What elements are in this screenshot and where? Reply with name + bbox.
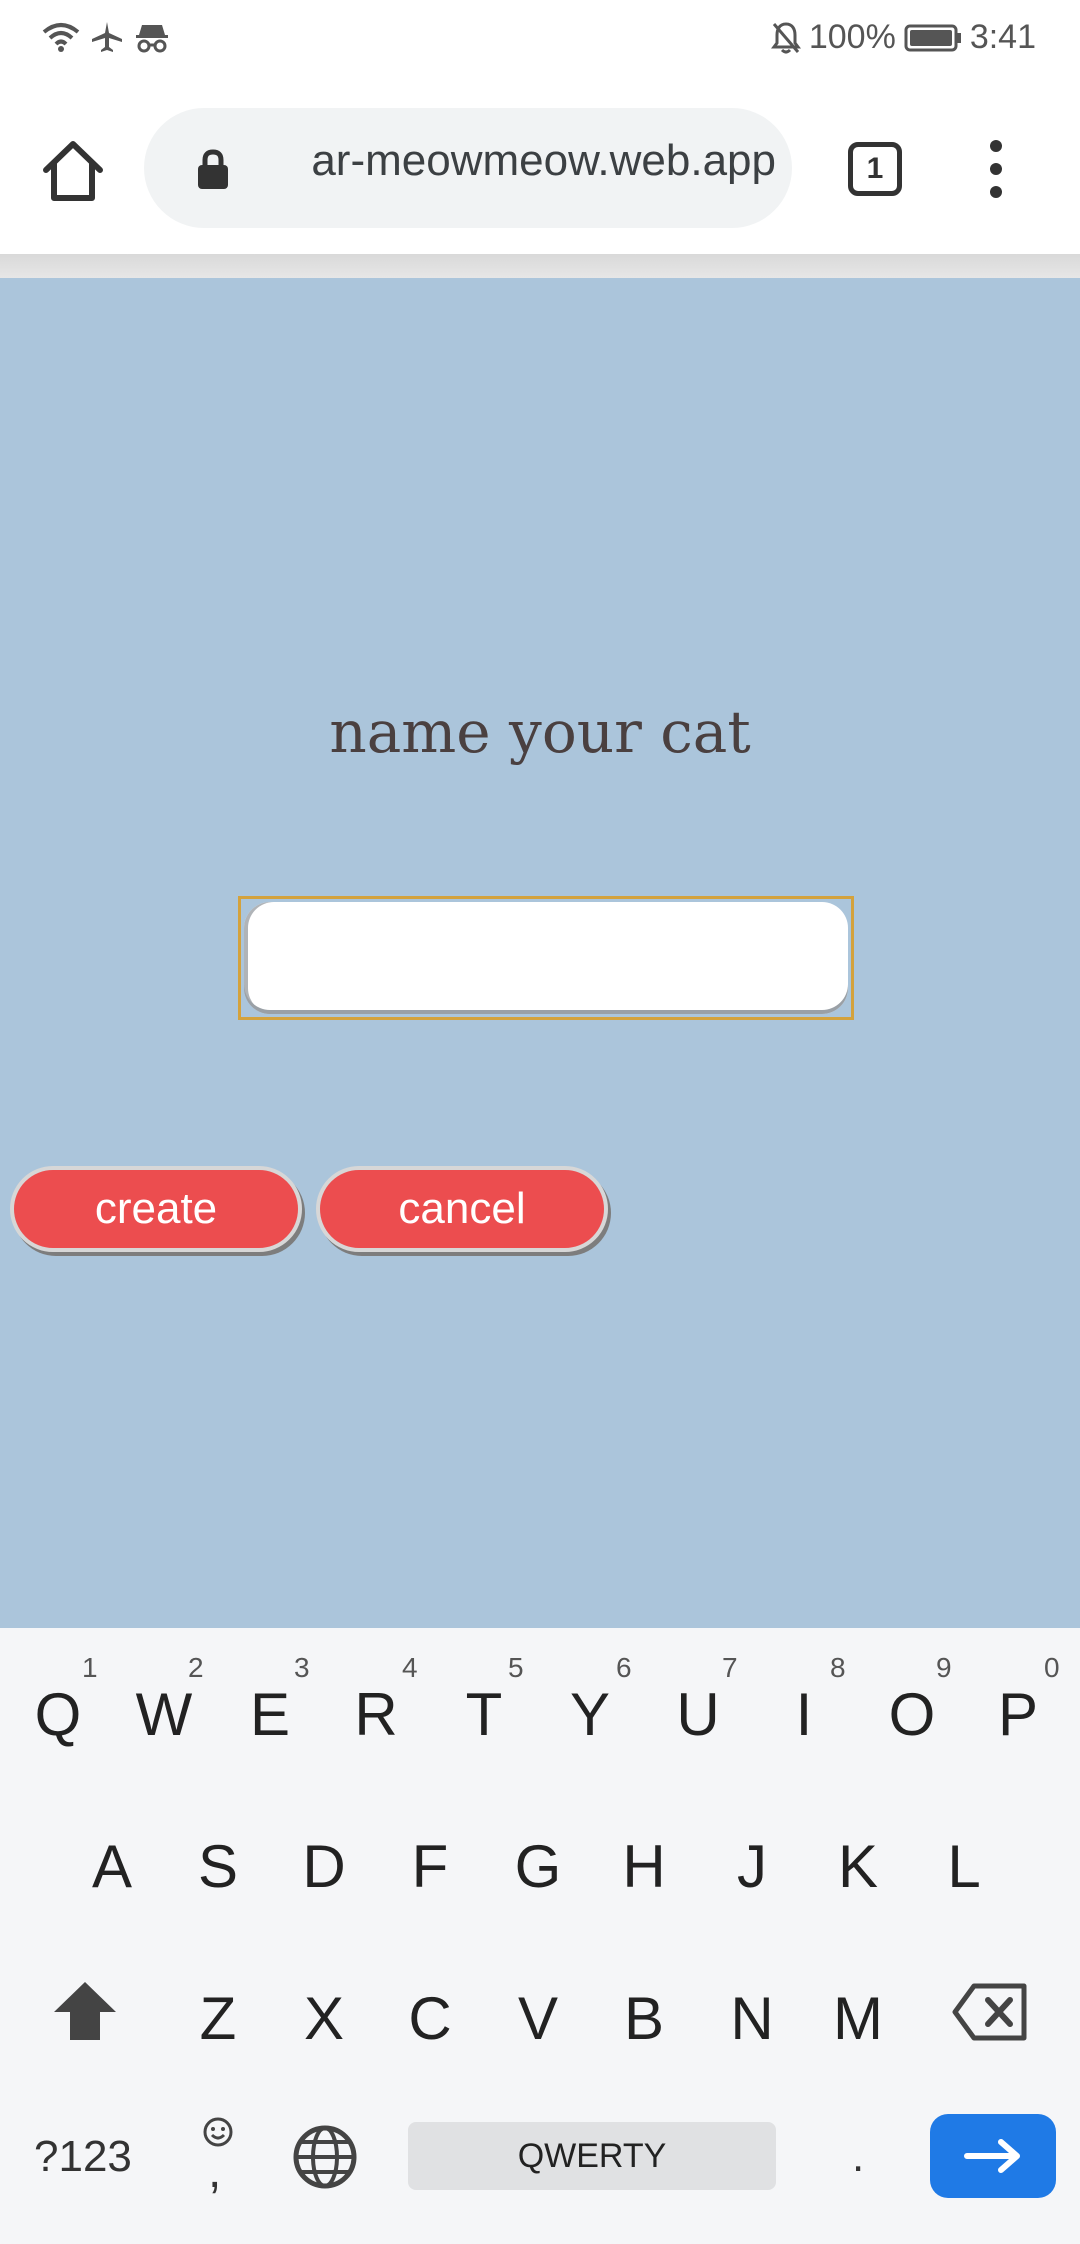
notifications-off-icon	[770, 21, 801, 53]
key-w[interactable]: W	[114, 1680, 214, 1749]
page-content: name your cat create cancel	[0, 278, 1080, 1628]
address-bar[interactable]: ar-meowmeow.web.app	[144, 108, 792, 228]
key-h[interactable]: H	[594, 1832, 694, 1901]
clock: 3:41	[969, 18, 1036, 56]
cancel-button[interactable]: cancel	[316, 1166, 608, 1252]
key-n[interactable]: N	[702, 1984, 802, 2053]
more-menu-icon[interactable]	[980, 138, 1012, 200]
key-t[interactable]: T	[434, 1680, 534, 1749]
key-b[interactable]: B	[594, 1984, 694, 2053]
key-o-number: 9	[936, 1652, 952, 1683]
key-a[interactable]: A	[62, 1832, 162, 1901]
key-g[interactable]: G	[488, 1832, 588, 1901]
key-u-number: 7	[722, 1652, 738, 1683]
period-key[interactable]: .	[852, 2132, 864, 2182]
key-z[interactable]: Z	[168, 1984, 268, 2053]
lock-icon[interactable]	[196, 148, 230, 190]
cat-name-field[interactable]	[238, 896, 854, 1020]
create-button[interactable]: create	[10, 1166, 302, 1252]
browser-toolbar: ar-meowmeow.web.app 1	[0, 86, 1080, 254]
key-e[interactable]: E	[220, 1680, 320, 1749]
key-o[interactable]: O	[862, 1680, 962, 1749]
toolbar-divider	[0, 254, 1080, 278]
key-q[interactable]: Q	[8, 1680, 108, 1749]
comma-key[interactable]: ,	[208, 2144, 221, 2199]
key-p[interactable]: P	[968, 1680, 1068, 1749]
page-title: name your cat	[329, 698, 751, 766]
battery-percent: 100%	[808, 18, 896, 56]
key-d[interactable]: D	[274, 1832, 374, 1901]
key-s[interactable]: S	[168, 1832, 268, 1901]
status-icons-right: 100% 3:41	[770, 18, 1036, 57]
key-v[interactable]: V	[488, 1984, 588, 2053]
tab-count: 1	[866, 152, 884, 185]
battery-icon	[904, 24, 961, 51]
symbols-key[interactable]: ?123	[34, 2132, 132, 2182]
key-q-number: 1	[82, 1652, 98, 1683]
arrow-right-icon	[964, 2139, 1020, 2173]
key-t-number: 5	[508, 1652, 524, 1683]
key-i[interactable]: I	[754, 1680, 854, 1749]
key-y-number: 6	[616, 1652, 632, 1683]
cat-name-input[interactable]	[244, 902, 848, 1014]
shift-icon[interactable]	[52, 1980, 118, 2042]
backspace-icon[interactable]	[952, 1982, 1028, 2042]
key-x[interactable]: X	[274, 1984, 374, 2053]
key-m[interactable]: M	[808, 1984, 908, 2053]
space-bar[interactable]: QWERTY	[408, 2122, 776, 2190]
enter-key[interactable]	[930, 2114, 1056, 2198]
key-j[interactable]: J	[702, 1832, 802, 1901]
status-icons-left	[42, 20, 170, 54]
url-text[interactable]: ar-meowmeow.web.app	[266, 136, 776, 186]
status-bar: 100% 3:41	[0, 0, 1080, 86]
key-r-number: 4	[402, 1652, 418, 1683]
tabs-icon[interactable]: 1	[848, 142, 902, 196]
globe-icon[interactable]	[292, 2124, 358, 2190]
wifi-icon	[42, 23, 80, 52]
home-icon[interactable]	[38, 136, 108, 206]
key-e-number: 3	[294, 1652, 310, 1683]
airplane-icon	[92, 22, 122, 52]
key-y[interactable]: Y	[540, 1680, 640, 1749]
key-k[interactable]: K	[808, 1832, 908, 1901]
key-c[interactable]: C	[380, 1984, 480, 2053]
on-screen-keyboard: Q 1 W 2 E 3 R 4 T 5 Y 6 U 7 I 8 O 9 P 0 …	[0, 1628, 1080, 2244]
key-w-number: 2	[188, 1652, 204, 1683]
key-u[interactable]: U	[648, 1680, 748, 1749]
key-p-number: 0	[1044, 1652, 1060, 1683]
incognito-icon	[136, 25, 168, 53]
key-l[interactable]: L	[914, 1832, 1014, 1901]
key-r[interactable]: R	[326, 1680, 426, 1749]
key-i-number: 8	[830, 1652, 846, 1683]
key-f[interactable]: F	[380, 1832, 480, 1901]
